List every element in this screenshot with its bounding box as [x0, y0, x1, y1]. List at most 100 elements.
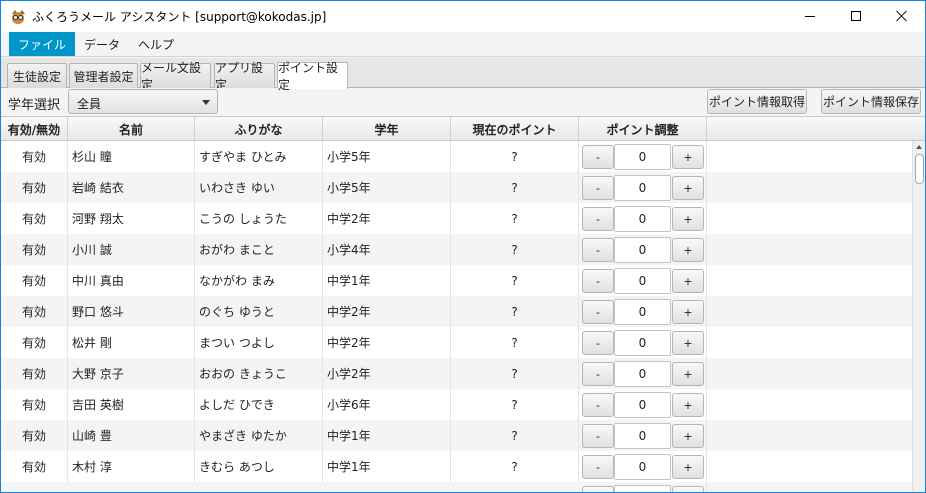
decrement-button[interactable]: - — [582, 393, 614, 417]
menu-bar: ファイル データ ヘルプ — [1, 32, 925, 57]
increment-button[interactable]: + — [672, 207, 704, 231]
tab-app-settings[interactable]: アプリ設定 — [214, 61, 275, 92]
decrement-button[interactable]: - — [582, 269, 614, 293]
cell-filler — [707, 203, 912, 234]
increment-button[interactable]: + — [672, 269, 704, 293]
increment-button[interactable]: + — [672, 486, 704, 492]
cell-current-points: ? — [451, 358, 579, 389]
point-adjust-input[interactable]: 0 — [614, 361, 671, 387]
vertical-scrollbar[interactable] — [912, 141, 925, 492]
cell-point-adjust: -0+ — [579, 451, 707, 482]
table-row[interactable]: 有効 中川 真由 なかがわ まみ 中学1年? -0 + — [1, 265, 912, 296]
cell-point-adjust: -0+ — [579, 234, 707, 265]
table-row[interactable]: 有効 杉山 瞳すぎやま ひとみ 小学5年? -0 + — [1, 141, 912, 172]
table-row[interactable]: 有効 小川 誠おがわ まこと 小学4年? -0 + — [1, 234, 912, 265]
column-header-grade[interactable]: 学年 — [323, 117, 451, 141]
cell-current-points: ? — [451, 203, 579, 234]
decrement-button[interactable]: - — [582, 176, 614, 200]
table-row[interactable]: 有効 大野 京子 おおの きょうこ 小学2年? -0 + — [1, 358, 912, 389]
increment-button[interactable]: + — [672, 424, 704, 448]
column-header-name[interactable]: 名前 — [68, 117, 195, 141]
cell-filler — [707, 172, 912, 203]
point-adjust-input[interactable]: 0 — [614, 392, 671, 418]
point-adjust-input[interactable]: 0 — [614, 175, 671, 201]
window-controls — [787, 1, 925, 32]
cell-name: 野口 悠斗 — [68, 296, 195, 327]
cell-filler — [707, 265, 912, 296]
cell-point-adjust: -0+ — [579, 265, 707, 296]
menu-file[interactable]: ファイル — [9, 32, 76, 56]
table-row[interactable]: 有効 松井 剛まつい つよし 中学2年? -0 + — [1, 327, 912, 358]
grade-select[interactable]: 全員 — [68, 89, 218, 114]
point-adjust-input[interactable]: 0 — [614, 423, 671, 449]
decrement-button[interactable]: - — [582, 486, 614, 492]
table-row[interactable]: 有効木村 淳きむら あつし中学1年?-0+ — [1, 451, 912, 482]
increment-button[interactable]: + — [672, 362, 704, 386]
table-row[interactable]: 有効 野口 悠斗 のぐち ゆうと 中学2年? -0 + — [1, 296, 912, 327]
column-header-current-points[interactable]: 現在のポイント — [451, 117, 579, 141]
increment-button[interactable]: + — [672, 393, 704, 417]
point-adjust-input[interactable]: 0 — [614, 299, 671, 325]
decrement-button[interactable]: - — [582, 300, 614, 324]
table-row[interactable]: 有効 岩崎 結衣 いわさき ゆい 小学5年? -0 + — [1, 172, 912, 203]
close-icon — [896, 10, 908, 22]
tab-strip: 生徒設定 管理者設定 メール文設定 アプリ設定 ポイント設定 — [1, 58, 925, 92]
scroll-thumb[interactable] — [915, 154, 924, 184]
decrement-button[interactable]: - — [582, 331, 614, 355]
table-row[interactable]: 有効 山崎 豊やまざき ゆたか 中学1年? -0 + — [1, 420, 912, 451]
cell-point-adjust: -0+ — [579, 420, 707, 451]
column-header-status[interactable]: 有効/無効 — [1, 117, 68, 141]
decrement-button[interactable]: - — [582, 238, 614, 262]
minimize-button[interactable] — [787, 1, 833, 32]
cell-name: 松井 剛 — [68, 327, 195, 358]
decrement-button[interactable]: - — [582, 145, 614, 169]
fetch-points-button[interactable]: ポイント情報取得 — [707, 89, 807, 114]
grade-select-label: 学年選択 — [8, 98, 61, 113]
decrement-button[interactable]: - — [582, 424, 614, 448]
maximize-icon — [851, 11, 861, 21]
menu-data[interactable]: データ — [75, 32, 129, 56]
maximize-button[interactable] — [833, 1, 879, 32]
increment-button[interactable]: + — [672, 300, 704, 324]
table-row[interactable]: 有効 吉田 英樹 よしだ ひでき 小学6年? -0 + — [1, 389, 912, 420]
cell-status: 有効 — [1, 389, 68, 420]
increment-button[interactable]: + — [672, 145, 704, 169]
tab-student-settings[interactable]: 生徒設定 — [7, 63, 67, 88]
scroll-up-icon[interactable] — [916, 145, 922, 149]
cell-filler — [707, 482, 912, 492]
tab-admin-settings[interactable]: 管理者設定 — [69, 63, 138, 88]
tab-mail-settings[interactable]: メール文設定 — [140, 61, 211, 92]
point-adjust-input[interactable]: 0 — [614, 237, 671, 263]
column-header-point-adjust[interactable]: ポイント調整 — [579, 117, 707, 141]
cell-grade: 小学4年 — [323, 234, 451, 265]
cell-furigana: すぎやま ひとみ — [195, 141, 323, 172]
app-window: ふくろうメール アシスタント [support@kokodas.jp] ファイル… — [0, 0, 926, 493]
cell-furigana: まつい つよし — [195, 327, 323, 358]
cell-current-points: ? — [451, 451, 579, 482]
increment-button[interactable]: + — [672, 455, 704, 479]
table-row[interactable]: 有効 河野 翔太 こうの しょうた 中学2年? -0 + — [1, 203, 912, 234]
cell-status: 有効 — [1, 420, 68, 451]
point-adjust-input[interactable]: 0 — [614, 144, 671, 170]
menu-help[interactable]: ヘルプ — [129, 32, 183, 56]
increment-button[interactable]: + — [672, 176, 704, 200]
cell-furigana: やまざき ゆたか — [195, 420, 323, 451]
column-header-furigana[interactable]: ふりがな — [195, 117, 323, 141]
point-adjust-input[interactable]: 0 — [614, 268, 671, 294]
increment-button[interactable]: + — [672, 238, 704, 262]
tab-point-settings[interactable]: ポイント設定 — [277, 61, 348, 92]
close-button[interactable] — [879, 1, 925, 32]
cell-current-points: ? — [451, 141, 579, 172]
cell-status: 有効 — [1, 296, 68, 327]
decrement-button[interactable]: - — [582, 362, 614, 386]
table-row[interactable]: 有効木村 淳きむら あつし中学1年?-0+ — [1, 482, 912, 492]
point-adjust-input[interactable]: 0 — [614, 454, 671, 480]
increment-button[interactable]: + — [672, 331, 704, 355]
cell-furigana: こうの しょうた — [195, 203, 323, 234]
point-adjust-input[interactable]: 0 — [614, 485, 671, 492]
decrement-button[interactable]: - — [582, 455, 614, 479]
decrement-button[interactable]: - — [582, 207, 614, 231]
point-adjust-input[interactable]: 0 — [614, 206, 671, 232]
point-adjust-input[interactable]: 0 — [614, 330, 671, 356]
save-points-button[interactable]: ポイント情報保存 — [821, 89, 921, 114]
